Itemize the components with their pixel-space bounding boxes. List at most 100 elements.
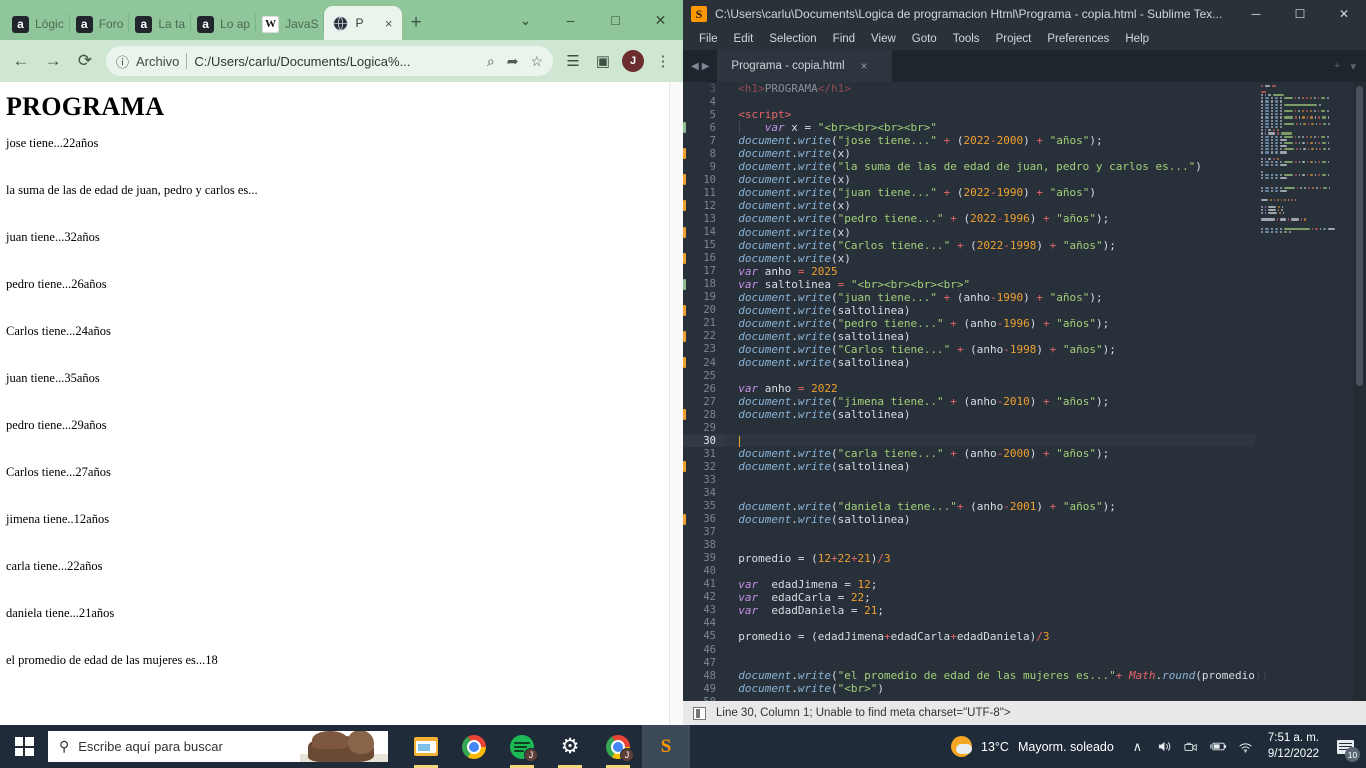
menu-project[interactable]: Project [988,33,1040,45]
clock-time: 7:51 a. m. [1267,732,1319,745]
reading-list-icon[interactable]: ☰ [559,47,587,75]
tab-dropdown-icon[interactable]: ▾ [1350,60,1356,73]
menu-edit[interactable]: Edit [726,33,762,45]
bookmark-star-icon[interactable]: ☆ [530,53,543,70]
wifi-icon[interactable] [1232,725,1259,768]
battery-icon[interactable] [1205,725,1232,768]
editor-vertical-scrollbar[interactable] [1353,82,1366,701]
tab-search-icon[interactable]: ⌄ [503,3,548,37]
code-text: document.write(saltolinea) [738,408,911,422]
browser-tab-0[interactable]: a Lógic [6,8,70,40]
browser-tab-3[interactable]: a Lo ap [191,8,257,40]
back-button[interactable]: ← [6,46,36,76]
taskbar-settings[interactable]: ⚙ [546,725,594,768]
zoom-icon[interactable]: ⌕ [487,53,495,70]
line-number: 3 [709,82,716,95]
share-icon[interactable]: ➦ [507,53,519,70]
code-text [725,434,741,447]
notification-center-button[interactable]: 10 [1328,725,1362,768]
address-bar[interactable]: ⓘ Archivo C:/Users/carlu/Documents/Logic… [106,46,553,76]
code-text: document.write("juan tiene..." + (anho-1… [738,290,1103,304]
scheme-label: Archivo [136,53,180,69]
browser-tab-2[interactable]: a La ta [129,8,191,40]
gutter-modified-marker [683,513,686,525]
taskbar-file-explorer[interactable] [402,725,450,768]
maximize-button[interactable]: ☐ [1278,0,1322,28]
line-number: 27 [703,395,716,408]
reload-button[interactable]: ⟳ [70,46,100,76]
chrome-icon [462,734,486,759]
menu-preferences[interactable]: Preferences [1039,33,1117,45]
line-number: 47 [703,656,716,669]
menu-goto[interactable]: Goto [904,33,945,45]
menu-find[interactable]: Find [825,33,863,45]
code-minimap[interactable] [1255,82,1353,701]
menu-tools[interactable]: Tools [945,33,988,45]
show-hidden-icons-chevron-icon[interactable]: ∧ [1124,725,1151,768]
weather-widget[interactable]: 13°C Mayorm. soleado [941,736,1124,757]
menu-file[interactable]: File [691,33,726,45]
alura-a-icon: a [12,15,29,33]
taskbar-search-box[interactable]: ⚲ Escribe aquí para buscar [48,731,388,762]
editor-tab-close-icon[interactable]: × [861,59,868,73]
menu-selection[interactable]: Selection [761,33,824,45]
start-button[interactable] [0,725,48,768]
output-line: pedro tiene...29años [6,418,107,432]
code-text: document.write("daniela tiene..."+ (anho… [738,499,1116,513]
forward-button[interactable]: → [38,46,68,76]
menu-help[interactable]: Help [1117,33,1157,45]
side-panel-icon[interactable]: ▣ [589,47,617,75]
windows-logo-icon [14,737,34,756]
code-editor[interactable]: 3 <h1>PROGRAMA</h1> 4 5 <script> 6 var x = … [683,82,1366,701]
line-number: 7 [709,134,716,147]
code-text: document.write(x) [738,225,851,239]
browser-tab-1[interactable]: a Foro [70,8,130,40]
camera-icon[interactable] [1178,725,1205,768]
maximize-button[interactable]: □ [593,3,638,37]
browser-tab-5-active[interactable]: P × [324,6,403,40]
volume-icon[interactable] [1151,725,1178,768]
line-number: 8 [709,147,716,160]
taskbar-spotify[interactable]: J [498,725,546,768]
sidebar-toggle-icon[interactable] [693,706,706,720]
code-text: document.write("la suma de las de edad d… [738,160,1202,174]
line-number: 22 [703,330,716,343]
line-number: 49 [703,682,716,695]
line-break [6,151,683,183]
profile-avatar[interactable]: J [619,47,647,75]
taskbar-clock[interactable]: 7:51 a. m. 9/12/2022 [1259,731,1328,761]
taskbar-chrome-profile[interactable]: J [594,725,642,768]
windows-taskbar: ⚲ Escribe aquí para buscar J ⚙ J S 13°C … [0,725,1366,768]
line-number: 6 [709,121,716,134]
new-tab-icon[interactable]: + [1334,60,1340,72]
output-line: juan tiene...35años [6,371,100,385]
line-number: 20 [703,304,716,317]
system-tray: 13°C Mayorm. soleado ∧ 7:51 a. m. 9/12/2… [941,725,1366,768]
chevron-left-icon[interactable]: ◀ [691,61,699,72]
browser-tab-label: La ta [158,17,186,31]
code-text: <script> [725,108,792,122]
taskbar-sublime-text[interactable]: S [642,725,690,768]
omnibox-actions: ⌕ ➦ ☆ [487,53,543,70]
page-scrollbar[interactable] [669,82,683,725]
chrome-menu-icon[interactable]: ⋮ [649,47,677,75]
editor-tab-programa-copia[interactable]: Programa - copia.html × [717,50,893,82]
line-number: 39 [703,552,716,565]
close-button[interactable]: ✕ [638,3,683,37]
minimize-button[interactable]: – [548,3,593,37]
menu-view[interactable]: View [863,33,904,45]
new-tab-button[interactable]: + [410,12,421,34]
chevron-right-icon[interactable]: ▶ [702,61,710,72]
close-button[interactable]: ✕ [1322,0,1366,28]
gutter-added-marker [683,122,686,134]
line-number: 28 [703,408,716,421]
info-icon[interactable]: ⓘ [116,52,129,71]
tab-nav-arrows[interactable]: ◀ ▶ [683,50,717,82]
browser-tab-4[interactable]: W JavaS [256,8,325,40]
page-title: PROGRAMA [6,92,165,121]
sublime-status-bar: Line 30, Column 1; Unable to find meta c… [683,701,1366,725]
minimize-button[interactable]: ─ [1234,0,1278,28]
taskbar-chrome[interactable] [450,725,498,768]
line-break [6,245,683,277]
tab-close-icon[interactable]: × [383,16,395,31]
